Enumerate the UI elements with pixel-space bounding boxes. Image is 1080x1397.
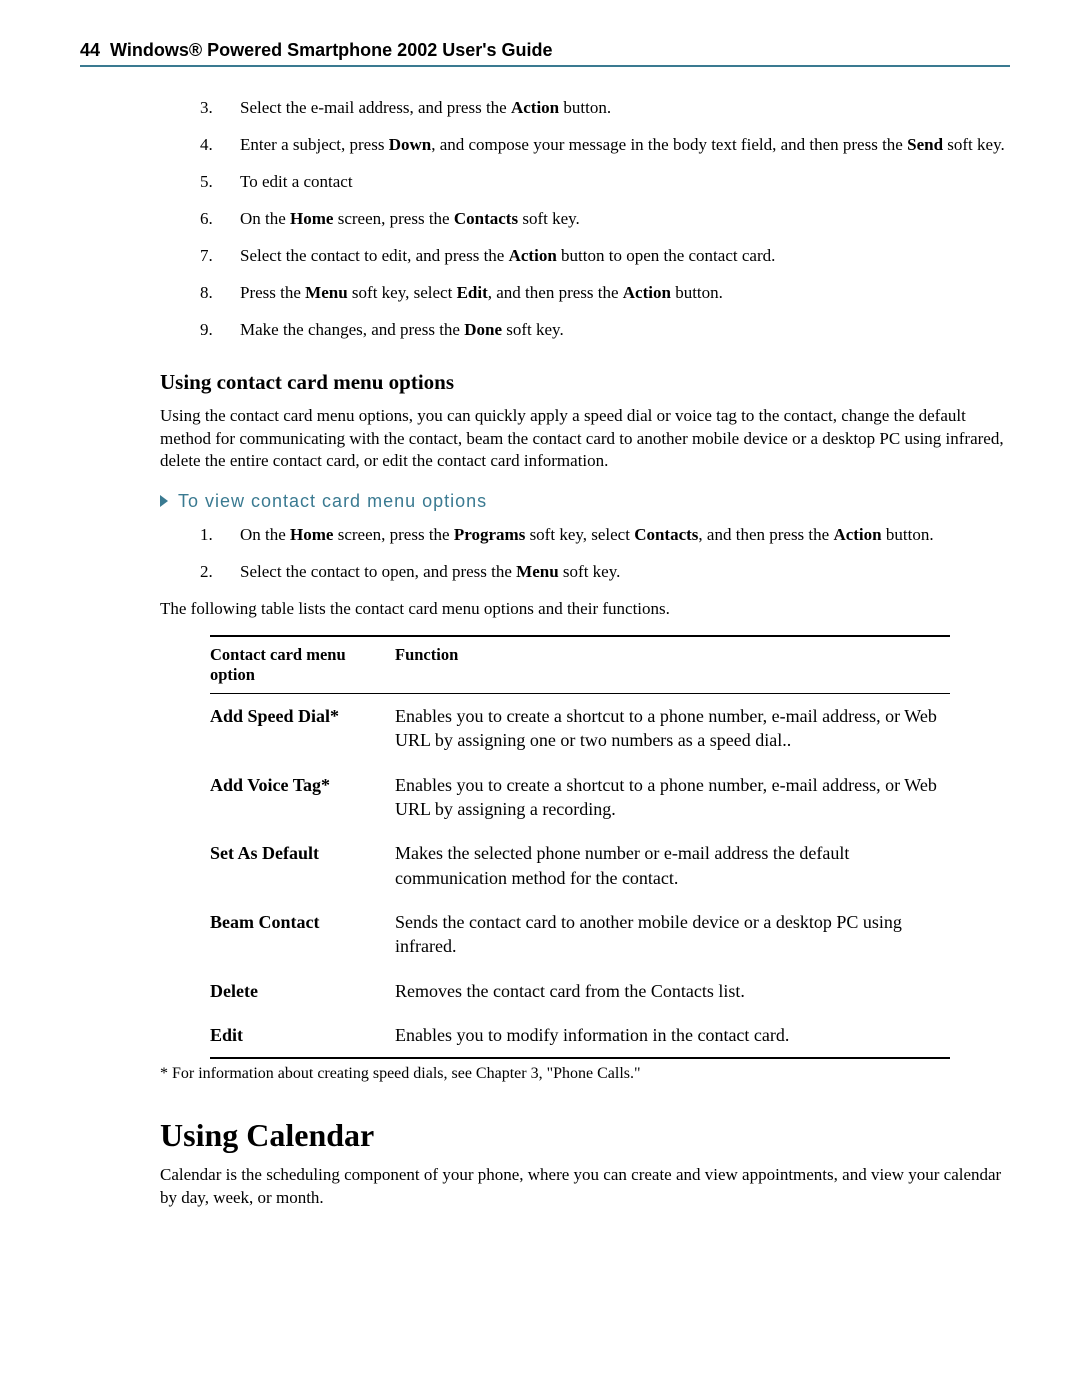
paragraph-calendar: Calendar is the scheduling component of … <box>160 1164 1010 1210</box>
step-7: Select the contact to edit, and press th… <box>200 245 1010 268</box>
table-row: Add Speed Dial* Enables you to create a … <box>210 694 950 763</box>
procedure-heading: To view contact card menu options <box>160 491 1010 512</box>
page-header-text: 44 Windows® Powered Smartphone 2002 User… <box>80 40 553 60</box>
page-container: 44 Windows® Powered Smartphone 2002 User… <box>0 0 1080 1284</box>
option-cell: Delete <box>210 969 395 1013</box>
page-header: 44 Windows® Powered Smartphone 2002 User… <box>80 40 1010 67</box>
table-body: Add Speed Dial* Enables you to create a … <box>210 694 950 1058</box>
table-wrap: Contact card menu option Function Add Sp… <box>210 635 950 1059</box>
section-body: Using contact card menu options Using th… <box>80 370 1010 513</box>
function-cell: Enables you to create a shortcut to a ph… <box>395 763 950 832</box>
function-cell: Enables you to modify information in the… <box>395 1013 950 1058</box>
step-3: Select the e-mail address, and press the… <box>200 97 1010 120</box>
section-title-calendar: Using Calendar <box>160 1117 1010 1154</box>
step-b2: Select the contact to open, and press th… <box>200 561 1010 584</box>
table-row: Set As Default Makes the selected phone … <box>210 831 950 900</box>
option-cell: Edit <box>210 1013 395 1058</box>
step-9: Make the changes, and press the Done sof… <box>200 319 1010 342</box>
contact-card-menu-table: Contact card menu option Function Add Sp… <box>210 635 950 1059</box>
step-6: On the Home screen, press the Contacts s… <box>200 208 1010 231</box>
option-cell: Add Voice Tag* <box>210 763 395 832</box>
subhead-contact-card-menu: Using contact card menu options <box>160 370 1010 395</box>
function-cell: Makes the selected phone number or e-mai… <box>395 831 950 900</box>
numbered-steps-a: Select the e-mail address, and press the… <box>80 97 1010 342</box>
step-b1: On the Home screen, press the Programs s… <box>200 524 1010 547</box>
step-4: Enter a subject, press Down, and compose… <box>200 134 1010 157</box>
table-intro: The following table lists the contact ca… <box>160 598 1010 621</box>
footnote: * For information about creating speed d… <box>160 1065 1010 1083</box>
page-number: 44 <box>80 40 100 60</box>
calendar-section: Using Calendar Calendar is the schedulin… <box>80 1117 1010 1210</box>
paragraph-intro: Using the contact card menu options, you… <box>160 405 1010 474</box>
option-cell: Add Speed Dial* <box>210 694 395 763</box>
table-row: Add Voice Tag* Enables you to create a s… <box>210 763 950 832</box>
procedure-heading-text: To view contact card menu options <box>178 491 487 511</box>
table-row: Edit Enables you to modify information i… <box>210 1013 950 1058</box>
table-head-option: Contact card menu option <box>210 636 395 694</box>
table-row: Beam Contact Sends the contact card to a… <box>210 900 950 969</box>
function-cell: Sends the contact card to another mobile… <box>395 900 950 969</box>
function-cell: Removes the contact card from the Contac… <box>395 969 950 1013</box>
numbered-steps-b: On the Home screen, press the Programs s… <box>80 524 1010 584</box>
table-head-function: Function <box>395 636 950 694</box>
option-cell: Beam Contact <box>210 900 395 969</box>
header-title: Windows® Powered Smartphone 2002 User's … <box>110 40 553 60</box>
table-row: Delete Removes the contact card from the… <box>210 969 950 1013</box>
step-5: To edit a contact <box>200 171 1010 194</box>
table-intro-wrap: The following table lists the contact ca… <box>80 598 1010 621</box>
option-cell: Set As Default <box>210 831 395 900</box>
step-8: Press the Menu soft key, select Edit, an… <box>200 282 1010 305</box>
function-cell: Enables you to create a shortcut to a ph… <box>395 694 950 763</box>
